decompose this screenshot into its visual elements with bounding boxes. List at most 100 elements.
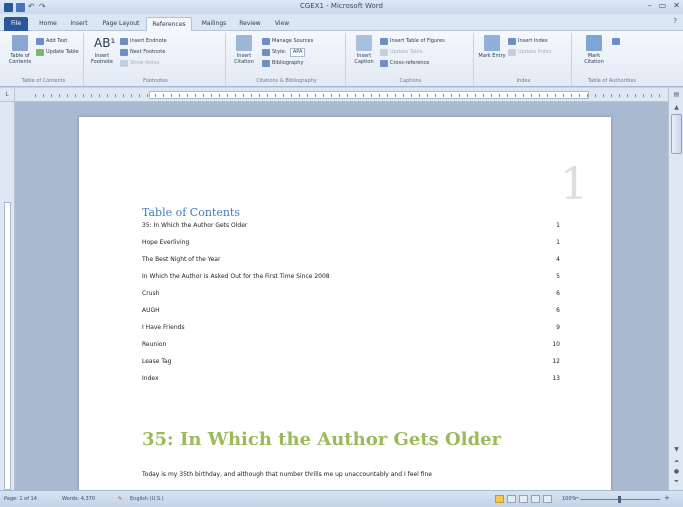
tab-mailings[interactable]: Mailings (196, 17, 232, 31)
toc-entry[interactable]: 35: In Which the Author Gets Older 1 (142, 220, 560, 232)
vertical-ruler[interactable] (0, 102, 15, 490)
toc-heading[interactable]: Table of Contents (142, 206, 240, 219)
ruler-tick (139, 94, 140, 97)
insert-footnote-button[interactable]: AB¹ Insert Footnote (88, 35, 116, 71)
ruler-tick (475, 94, 476, 97)
full-screen-reading-icon[interactable] (507, 495, 516, 503)
ruler-tick (563, 94, 564, 97)
next-footnote-button[interactable]: Next Footnote (120, 48, 165, 57)
toc-entry[interactable]: In Which the Author is Asked Out for the… (142, 271, 560, 283)
tab-insert[interactable]: Insert (64, 17, 94, 31)
tab-selector[interactable]: L (0, 88, 15, 102)
insert-endnote-button[interactable]: Insert Endnote (120, 37, 167, 46)
ruler-tick (259, 94, 260, 97)
mark-entry-icon (484, 35, 500, 51)
view-ruler-icon[interactable]: ▤ (671, 88, 682, 101)
insert-index-icon (508, 38, 516, 45)
ruler-tick (107, 94, 108, 97)
bibliography-button[interactable]: Bibliography (262, 59, 303, 68)
ruler-tick (579, 94, 580, 97)
zoom-out-icon[interactable]: − (574, 494, 580, 502)
ruler-tick (339, 94, 340, 97)
horizontal-ruler[interactable] (15, 88, 668, 102)
ruler-tick (227, 94, 228, 97)
language-indicator[interactable]: English (U.S.) (130, 496, 164, 502)
authorities-icon (612, 38, 620, 45)
group-table-of-authorities: Mark Citation Table of Authorities (574, 33, 650, 85)
save-icon[interactable] (16, 2, 25, 12)
ruler-tick (59, 94, 60, 97)
mark-citation-button[interactable]: Mark Citation (580, 35, 608, 71)
table-of-contents-icon (12, 35, 28, 51)
update-table-figures-button[interactable]: Update Table (380, 48, 423, 57)
ruler-tick (211, 94, 212, 97)
add-text-button[interactable]: Add Text (36, 37, 67, 46)
insert-table-of-figures-button[interactable]: Insert Table of Figures (380, 37, 445, 46)
ruler-tick (443, 94, 444, 97)
ruler-tick (539, 94, 540, 97)
scroll-down-icon[interactable]: ▼ (671, 444, 682, 455)
next-page-icon[interactable]: ⏷ (671, 476, 682, 487)
ruler-tick (355, 94, 356, 97)
zoom-in-icon[interactable]: + (664, 494, 670, 502)
tab-file[interactable]: File (4, 17, 28, 31)
tab-view[interactable]: View (268, 17, 296, 31)
close-button[interactable]: ✕ (673, 1, 680, 10)
tab-home[interactable]: Home (34, 17, 62, 31)
print-layout-view-icon[interactable] (495, 495, 504, 503)
proofing-icon[interactable]: ✎ (118, 496, 122, 502)
document-page[interactable]: 1 Table of Contents 35: In Which the Aut… (79, 117, 611, 490)
maximize-button[interactable]: ▭ (659, 1, 667, 10)
ruler-tick (147, 94, 148, 97)
zoom-slider-thumb[interactable] (618, 496, 621, 503)
quick-access-toolbar: ↶ ↷ (0, 2, 47, 12)
ruler-tick (395, 94, 396, 97)
insert-index-button[interactable]: Insert Index (508, 37, 548, 46)
redo-icon[interactable]: ↷ (39, 3, 47, 11)
outline-view-icon[interactable] (531, 495, 540, 503)
body-paragraph[interactable]: Today is my 35th birthday, and although … (142, 467, 572, 490)
next-footnote-icon (120, 49, 128, 56)
word-logo-icon[interactable] (4, 2, 13, 12)
mark-entry-button[interactable]: Mark Entry (478, 35, 506, 71)
draft-view-icon[interactable] (543, 495, 552, 503)
toc-entry[interactable]: The Best Night of the Year 4 (142, 254, 560, 266)
manage-sources-button[interactable]: Manage Sources (262, 37, 313, 46)
scroll-up-icon[interactable]: ▲ (671, 102, 682, 113)
insert-citation-button[interactable]: Insert Citation (230, 35, 258, 71)
update-table-button[interactable]: Update Table (36, 48, 79, 57)
minimize-button[interactable]: – (648, 1, 652, 10)
update-index-button[interactable]: Update Index (508, 48, 551, 57)
window-controls: – ▭ ✕ (648, 1, 680, 10)
toc-entry[interactable]: I Have Friends 9 (142, 322, 560, 334)
group-label: Table of Authorities (587, 78, 637, 84)
word-count[interactable]: Words: 4,370 (62, 496, 95, 502)
scroll-thumb[interactable] (671, 114, 682, 154)
chapter-heading[interactable]: 35: In Which the Author Gets Older (142, 429, 501, 450)
web-layout-icon[interactable] (519, 495, 528, 503)
toc-entry[interactable]: AUGH 6 (142, 305, 560, 317)
vertical-scrollbar[interactable]: ▤ ▲ ▼ ⏶ ● ⏷ (668, 88, 683, 490)
toc-entry[interactable]: Crush 6 (142, 288, 560, 300)
insert-caption-button[interactable]: Insert Caption (350, 35, 378, 71)
citation-icon (236, 35, 252, 51)
ruler-tick (659, 94, 660, 97)
cross-reference-button[interactable]: Cross-reference (380, 59, 429, 68)
toc-entry[interactable]: Hope Everliving 1 (142, 237, 560, 249)
table-of-contents-button[interactable]: Table of Contents (6, 35, 34, 71)
toc-entry[interactable]: Index 13 (142, 373, 560, 385)
group-label: Table of Contents (21, 78, 66, 84)
document-area[interactable]: 1 Table of Contents 35: In Which the Aut… (15, 102, 668, 490)
tab-review[interactable]: Review (234, 17, 266, 31)
show-notes-button[interactable]: Show Notes (120, 59, 160, 68)
citation-style-select[interactable]: Style: APA (262, 48, 306, 57)
tab-references[interactable]: References (146, 17, 192, 31)
help-icon[interactable]: ? (673, 17, 677, 25)
undo-icon[interactable]: ↶ (28, 3, 36, 11)
group-label: Index (516, 78, 531, 84)
toc-entry[interactable]: Lease Tag 12 (142, 356, 560, 368)
tab-page-layout[interactable]: Page Layout (98, 17, 144, 31)
toc-entry[interactable]: Reunion 10 (142, 339, 560, 351)
page-count[interactable]: Page: 1 of 14 (4, 496, 37, 502)
insert-table-of-authorities-button[interactable] (612, 37, 620, 46)
